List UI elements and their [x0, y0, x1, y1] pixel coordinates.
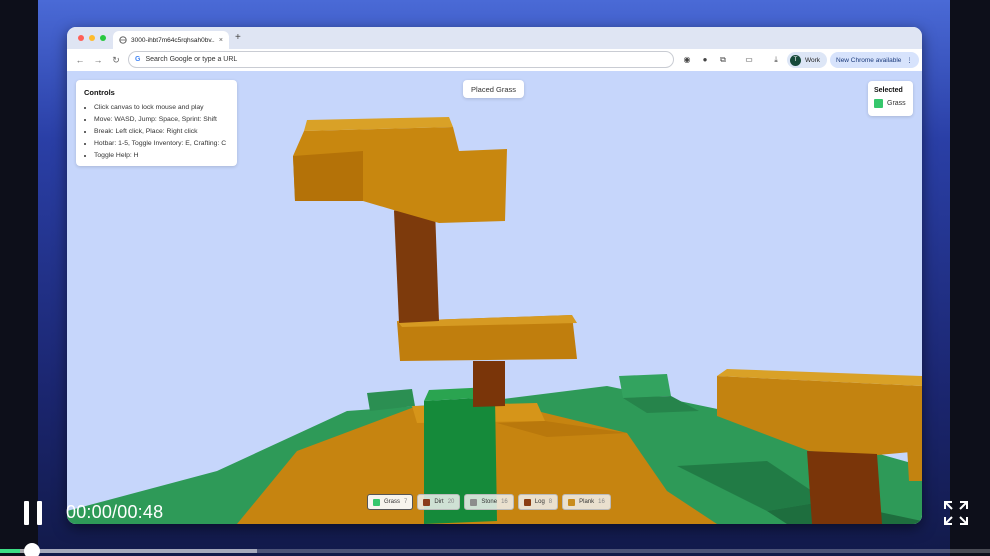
close-window-button[interactable]	[78, 35, 84, 41]
hotbar-slot-grass[interactable]: Grass 7	[367, 494, 414, 510]
extension-circle-icon[interactable]: ●	[699, 54, 711, 66]
hotbar-slot-plank[interactable]: Plank 16	[562, 494, 611, 510]
lens-icon[interactable]: ◉	[681, 54, 693, 66]
browser-window: 3000-ihbt7m64c5rqhsah0bv... × + ← → ↻ G …	[67, 27, 922, 524]
browser-tab[interactable]: 3000-ihbt7m64c5rqhsah0bv... ×	[113, 31, 229, 49]
selected-block-panel: Selected Grass	[868, 81, 913, 116]
hotbar-slot-log[interactable]: Log 8	[517, 494, 559, 510]
hotbar-slot-label: Plank	[579, 499, 595, 505]
hotbar-slot-label: Log	[534, 499, 545, 505]
grass-swatch-icon	[373, 498, 380, 506]
status-toast: Placed Grass	[463, 80, 525, 98]
hotbar-slot-label: Dirt	[434, 499, 444, 505]
update-label: New Chrome available	[836, 56, 902, 64]
globe-icon	[119, 36, 127, 44]
pause-icon	[37, 501, 42, 525]
controls-item: Move: WASD, Jump: Space, Sprint: Shift	[94, 114, 229, 126]
hotbar-slot-stone[interactable]: Stone 16	[464, 494, 514, 510]
pause-button[interactable]	[22, 501, 44, 525]
controls-help-panel: Controls Click canvas to lock mouse and …	[76, 80, 237, 166]
tree-log	[473, 361, 505, 407]
controls-item: Toggle Help: H	[94, 150, 229, 162]
progress-played	[0, 549, 20, 553]
hotbar-slot-label: Grass	[384, 499, 401, 505]
browser-toolbar: ← → ↻ G Search Google or type a URL ◉ ● …	[67, 49, 922, 71]
reload-icon[interactable]: ↻	[107, 55, 125, 66]
controls-title: Controls	[84, 88, 115, 97]
cast-icon[interactable]: ▭	[743, 54, 755, 66]
tab-close-button[interactable]: ×	[219, 37, 223, 44]
dirt-swatch-icon	[423, 498, 431, 506]
update-chrome-button[interactable]: New Chrome available ⋮	[830, 52, 919, 68]
plank-swatch-icon	[568, 498, 576, 506]
stone-swatch-icon	[470, 498, 478, 506]
tree-canopy	[907, 443, 922, 481]
minimize-window-button[interactable]	[89, 35, 95, 41]
hotbar-slot-count: 16	[598, 499, 605, 505]
hotbar-slot-count: 20	[447, 499, 455, 505]
google-icon: G	[135, 56, 141, 63]
download-icon[interactable]: ⤓	[770, 54, 782, 66]
selected-block-label: Grass	[887, 100, 906, 107]
grass-swatch-icon	[874, 99, 883, 108]
back-arrow-icon[interactable]: ←	[71, 55, 89, 65]
controls-item: Break: Left click, Place: Right click	[94, 126, 229, 138]
tree-log	[807, 451, 882, 524]
hotbar-slot-label: Stone	[481, 499, 498, 505]
grass-block	[619, 374, 671, 398]
fullscreen-icon[interactable]	[943, 500, 969, 526]
selected-block: Grass	[874, 99, 907, 108]
forward-arrow-icon[interactable]: →	[89, 55, 107, 65]
hotbar: Grass 7 Dirt 20 Stone 16 Log 8 Plank 16	[367, 494, 611, 510]
selected-title: Selected	[874, 87, 903, 94]
pause-icon	[24, 501, 29, 525]
tree-canopy-side	[293, 151, 363, 201]
hotbar-slot-count: 7	[404, 499, 408, 505]
video-time: 00:00/00:48	[66, 502, 164, 522]
game-canvas[interactable]: Controls Click canvas to lock mouse and …	[67, 71, 922, 524]
profile-button[interactable]: T Work	[787, 52, 828, 68]
controls-list: Click canvas to lock mouse and play Move…	[84, 102, 229, 162]
tab-title: 3000-ihbt7m64c5rqhsah0bv...	[131, 36, 215, 44]
tab-strip: 3000-ihbt7m64c5rqhsah0bv... × +	[67, 27, 922, 49]
controls-item: Hotbar: 1-5, Toggle Inventory: E, Crafti…	[94, 138, 229, 150]
puzzle-icon[interactable]: ⧉	[717, 54, 729, 66]
new-tab-button[interactable]: +	[235, 32, 241, 43]
maximize-window-button[interactable]	[100, 35, 106, 41]
window-controls	[78, 35, 106, 41]
hotbar-slot-count: 16	[501, 499, 508, 505]
progress-handle[interactable]	[24, 543, 40, 556]
address-placeholder: Search Google or type a URL	[145, 56, 238, 63]
hotbar-slot-count: 8	[548, 499, 553, 505]
hotbar-slot-dirt[interactable]: Dirt 20	[417, 494, 461, 510]
more-menu-icon[interactable]: ⋮	[906, 56, 913, 64]
log-swatch-icon	[523, 498, 531, 506]
controls-item: Click canvas to lock mouse and play	[94, 102, 229, 114]
tree-log	[394, 209, 439, 323]
avatar: T	[790, 54, 801, 66]
address-bar[interactable]: G Search Google or type a URL	[128, 51, 674, 68]
profile-label: Work	[805, 56, 821, 64]
